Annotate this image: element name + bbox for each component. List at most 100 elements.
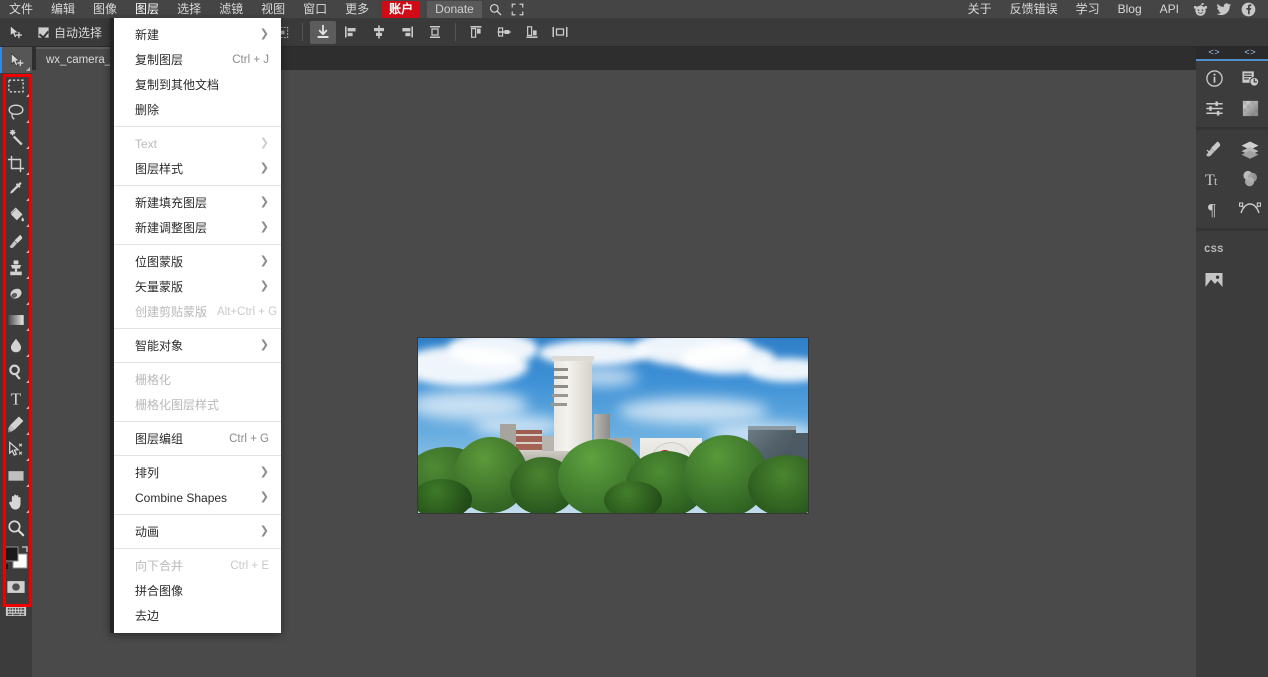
align-middle-icon[interactable] xyxy=(491,21,517,44)
menu-select[interactable]: 选择 xyxy=(168,0,210,18)
reddit-icon[interactable] xyxy=(1188,0,1212,18)
tool-flyout-corner-icon[interactable] xyxy=(26,353,30,357)
tool-flyout-corner-icon[interactable] xyxy=(26,301,30,305)
tool-flyout-corner-icon[interactable] xyxy=(26,223,30,227)
facebook-icon[interactable] xyxy=(1236,0,1260,18)
menu-item-vector-mask[interactable]: 矢量蒙版 ❯ xyxy=(114,274,281,299)
gradient-tool[interactable] xyxy=(0,307,32,333)
twitter-icon[interactable] xyxy=(1212,0,1236,18)
tool-flyout-corner-icon[interactable] xyxy=(26,457,30,461)
lasso-tool[interactable] xyxy=(0,99,32,125)
tool-flyout-corner-icon[interactable] xyxy=(26,483,30,487)
info-circle-icon[interactable] xyxy=(1196,63,1232,93)
hand-tool[interactable] xyxy=(0,489,32,515)
menu-layer[interactable]: 图层 xyxy=(126,0,169,18)
menu-item-combine-shapes[interactable]: Combine Shapes ❯ xyxy=(114,485,281,510)
checker-gradient-icon[interactable] xyxy=(1232,93,1268,123)
layer-dropdown-menu[interactable]: 新建 ❯ 复制图层 Ctrl + J 复制到其他文档 删除 Text ❯ 图层样式 ❯ 新建填充图层… xyxy=(110,18,281,633)
donate-button[interactable]: Donate xyxy=(427,0,482,18)
color-wheel-icon[interactable] xyxy=(1232,164,1268,194)
distribute-vertical-icon[interactable] xyxy=(422,21,448,44)
menu-item-new[interactable]: 新建 ❯ xyxy=(114,22,281,47)
auto-select-checkbox-box[interactable] xyxy=(38,26,49,38)
menu-item-new-fill-layer[interactable]: 新建填充图层 ❯ xyxy=(114,190,281,215)
code-tab-icon[interactable]: < > xyxy=(1232,47,1268,61)
menu-item-flatten-image[interactable]: 拼合图像 xyxy=(114,578,281,603)
menu-edit[interactable]: 编辑 xyxy=(42,0,84,18)
move-tool[interactable] xyxy=(0,47,32,73)
distribute-horizontal-icon[interactable] xyxy=(547,21,573,44)
menu-item-duplicate-to-document[interactable]: 复制到其他文档 xyxy=(114,72,281,97)
layers-stack-icon[interactable] xyxy=(1232,134,1268,164)
magic-wand-tool[interactable] xyxy=(0,125,32,151)
align-left-icon[interactable] xyxy=(338,21,364,44)
tool-flyout-corner-icon[interactable] xyxy=(26,327,30,331)
tool-flyout-corner-icon[interactable] xyxy=(26,67,30,71)
tool-flyout-corner-icon[interactable] xyxy=(26,405,30,409)
brush-panel-icon[interactable] xyxy=(1196,134,1232,164)
search-icon[interactable] xyxy=(485,0,507,18)
tool-flyout-corner-icon[interactable] xyxy=(26,145,30,149)
menu-item-group-layers[interactable]: 图层编组 Ctrl + G xyxy=(114,426,281,451)
type-tool[interactable]: T xyxy=(0,385,32,411)
tool-flyout-corner-icon[interactable] xyxy=(26,379,30,383)
sliders-icon[interactable] xyxy=(1196,93,1232,123)
paragraph-pilcrow-icon[interactable]: ¶ xyxy=(1196,194,1232,224)
tool-flyout-corner-icon[interactable] xyxy=(26,119,30,123)
tool-flyout-corner-icon[interactable] xyxy=(26,431,30,435)
history-icon[interactable] xyxy=(1232,63,1268,93)
menu-about[interactable]: 关于 xyxy=(959,0,1001,18)
tool-flyout-corner-icon[interactable] xyxy=(26,249,30,253)
menu-file[interactable]: 文件 xyxy=(0,0,42,18)
curves-path-icon[interactable] xyxy=(1232,194,1268,224)
menu-item-smart-object[interactable]: 智能对象 ❯ xyxy=(114,333,281,358)
tool-flyout-corner-icon[interactable] xyxy=(26,93,30,97)
menu-filter[interactable]: 滤镜 xyxy=(210,0,252,18)
menu-api[interactable]: API xyxy=(1151,0,1188,18)
tool-flyout-corner-icon[interactable] xyxy=(26,275,30,279)
tool-flyout-corner-icon[interactable] xyxy=(26,197,30,201)
menu-item-layer-style[interactable]: 图层样式 ❯ xyxy=(114,156,281,181)
tool-flyout-corner-icon[interactable] xyxy=(26,509,30,513)
brush-tool[interactable] xyxy=(0,229,32,255)
code-tab-icon[interactable]: < > xyxy=(1196,47,1232,61)
shape-tool[interactable] xyxy=(0,463,32,489)
crop-tool[interactable] xyxy=(0,151,32,177)
marquee-tool[interactable] xyxy=(0,73,32,99)
auto-select-checkbox[interactable]: 自动选择 xyxy=(30,24,110,41)
download-button[interactable] xyxy=(310,20,337,44)
menu-item-new-adjustment-layer[interactable]: 新建调整图层 ❯ xyxy=(114,215,281,240)
paint-bucket-tool[interactable] xyxy=(0,203,32,229)
dodge-tool[interactable] xyxy=(0,359,32,385)
menu-learn[interactable]: 学习 xyxy=(1067,0,1109,18)
quick-mask-tool[interactable] xyxy=(0,575,32,599)
menu-item-delete[interactable]: 删除 xyxy=(114,97,281,122)
align-top-icon[interactable] xyxy=(463,21,489,44)
menu-more[interactable]: 更多 xyxy=(336,0,378,18)
eraser-tool[interactable] xyxy=(0,281,32,307)
keyboard-shortcuts[interactable] xyxy=(0,599,32,623)
menu-report-bug[interactable]: 反馈错误 xyxy=(1001,0,1067,18)
menu-item-bitmap-mask[interactable]: 位图蒙版 ❯ xyxy=(114,249,281,274)
eyedropper-tool[interactable] xyxy=(0,177,32,203)
menu-blog[interactable]: Blog xyxy=(1109,0,1151,18)
color-swatches[interactable] xyxy=(0,541,32,575)
document-tab[interactable]: wx_camera_16 xyxy=(36,47,120,70)
fullscreen-icon[interactable] xyxy=(507,0,529,18)
menu-account-badge[interactable]: 账户 xyxy=(382,0,421,18)
menu-view[interactable]: 视图 xyxy=(252,0,294,18)
align-center-h-icon[interactable] xyxy=(366,21,392,44)
cityscape-photo[interactable] xyxy=(418,338,808,513)
menu-item-arrange[interactable]: 排列 ❯ xyxy=(114,460,281,485)
css-text-icon[interactable]: CSS xyxy=(1196,235,1232,265)
align-right-icon[interactable] xyxy=(394,21,420,44)
zoom-tool[interactable] xyxy=(0,515,32,541)
menu-item-defringe[interactable]: 去边 xyxy=(114,603,281,628)
tool-flyout-corner-icon[interactable] xyxy=(26,171,30,175)
menu-item-animation[interactable]: 动画 ❯ xyxy=(114,519,281,544)
menu-window[interactable]: 窗口 xyxy=(294,0,336,18)
image-picture-icon[interactable] xyxy=(1196,265,1232,295)
path-select-tool[interactable] xyxy=(0,437,32,463)
menu-image[interactable]: 图像 xyxy=(84,0,126,18)
blur-tool[interactable] xyxy=(0,333,32,359)
